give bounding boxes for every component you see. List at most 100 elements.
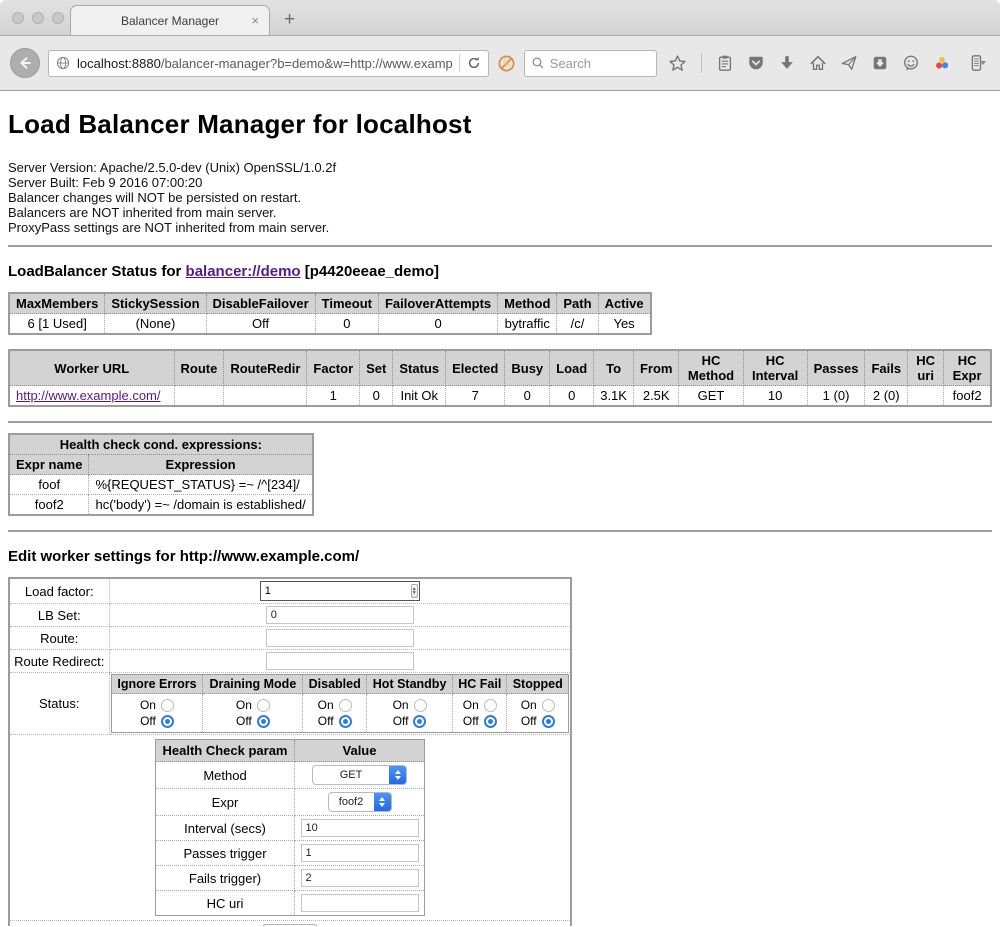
url-bar[interactable]: localhost:8880/balancer-manager?b=demo&w… [48, 50, 489, 77]
fails-input[interactable] [301, 869, 419, 887]
passes-input[interactable] [301, 844, 419, 862]
device-dropdown-caret[interactable] [980, 61, 986, 65]
bookmark-star-icon [668, 54, 687, 73]
col-failoverattempts: FailoverAttempts [378, 293, 497, 314]
expr-row: foof2 hc('body') =~ /domain is establish… [9, 495, 313, 516]
window-controls[interactable] [12, 12, 64, 24]
load-factor-input[interactable] [261, 584, 411, 598]
downloads-button[interactable] [776, 52, 798, 74]
blocked-content-button[interactable] [497, 52, 516, 74]
stopped-radios: On Off [507, 694, 569, 733]
draining-mode-radios: On Off [203, 694, 303, 733]
worker-status-table: Worker URL Route RouteRedir Factor Set S… [8, 349, 992, 407]
status-options-table: Ignore Errors Draining Mode Disabled Hot… [111, 674, 570, 733]
cell-hc-uri [908, 386, 944, 407]
submit-row: Submit [9, 921, 571, 927]
col-expr-name: Expr name [9, 455, 89, 475]
color-addon-button[interactable] [931, 52, 953, 74]
cell-hc-method: GET [679, 386, 743, 407]
hot-standby-on-radio[interactable] [414, 699, 427, 712]
expr-select-value: foof2 [329, 796, 374, 808]
minimize-window-icon[interactable] [32, 12, 44, 24]
stopped-on-radio[interactable] [542, 699, 555, 712]
col-ignore-errors: Ignore Errors [111, 675, 203, 694]
search-input[interactable] [550, 56, 650, 71]
radio-off-label: Off [393, 714, 409, 728]
method-select-value: GET [313, 769, 389, 781]
device-button[interactable] [962, 52, 992, 74]
method-select[interactable]: GET [312, 765, 407, 785]
col-hc-param: Health Check param [156, 740, 295, 762]
load-factor-field: ▲▼ [260, 581, 420, 601]
select-chevrons-icon [389, 765, 406, 785]
bookmark-star-button[interactable] [667, 52, 689, 74]
reload-icon[interactable] [466, 55, 482, 71]
home-icon [809, 54, 827, 72]
url-text[interactable]: localhost:8880/balancer-manager?b=demo&w… [77, 56, 453, 71]
cell-stickysession: (None) [105, 314, 206, 335]
radio-off-label: Off [140, 714, 156, 728]
worker-row: http://www.example.com/ 1 0 Init Ok 7 0 … [9, 386, 991, 407]
col-passes: Passes [807, 350, 865, 386]
disabled-on-radio[interactable] [339, 699, 352, 712]
new-tab-button[interactable]: + [284, 9, 295, 31]
url-domain: localhost:8880 [77, 56, 161, 71]
expr-label: Expr [156, 789, 295, 816]
close-window-icon[interactable] [12, 12, 24, 24]
cell-path: /c/ [557, 314, 598, 335]
expr-table-title: Health check cond. expressions: [9, 434, 313, 455]
route-redirect-label: Route Redirect: [9, 650, 109, 673]
cell-to: 3.1K [594, 386, 634, 407]
draining-mode-on-radio[interactable] [257, 699, 270, 712]
clipboard-button[interactable] [714, 52, 736, 74]
cell-disablefailover: Off [206, 314, 315, 335]
worker-url-link[interactable]: http://www.example.com/ [16, 388, 161, 403]
back-button[interactable] [10, 48, 40, 78]
col-hc-uri: HC uri [908, 350, 944, 386]
tab-balancer-manager[interactable]: Balancer Manager × [70, 5, 270, 35]
stopped-off-radio[interactable] [542, 715, 555, 728]
col-hc-fail: HC Fail [453, 675, 507, 694]
hc-uri-input[interactable] [301, 894, 419, 912]
col-disablefailover: DisableFailover [206, 293, 315, 314]
lb-set-input[interactable] [266, 606, 414, 624]
ignore-errors-off-radio[interactable] [161, 715, 174, 728]
route-redirect-input[interactable] [266, 652, 414, 670]
cell-busy: 0 [505, 386, 550, 407]
col-draining-mode: Draining Mode [203, 675, 303, 694]
zoom-window-icon[interactable] [52, 12, 64, 24]
radio-off-label: Off [463, 714, 479, 728]
hot-standby-off-radio[interactable] [413, 715, 426, 728]
radio-on-label: On [463, 698, 479, 712]
route-input[interactable] [266, 629, 414, 647]
send-button[interactable] [838, 52, 860, 74]
interval-input[interactable] [301, 819, 419, 837]
radio-on-label: On [318, 698, 334, 712]
expr-select[interactable]: foof2 [328, 792, 392, 812]
lb-set-row: LB Set: [9, 604, 571, 627]
hc-fail-on-radio[interactable] [484, 699, 497, 712]
passes-label: Passes trigger [156, 841, 295, 866]
divider [8, 245, 992, 247]
balancer-status-table: MaxMembers StickySession DisableFailover… [8, 292, 652, 335]
divider [8, 421, 992, 423]
submit-button[interactable]: Submit [262, 924, 318, 926]
home-button[interactable] [807, 52, 829, 74]
feedback-button[interactable] [900, 52, 922, 74]
radio-off-label: Off [521, 714, 537, 728]
download-icon [778, 54, 796, 72]
hot-standby-radios: On Off [367, 694, 453, 733]
balancer-demo-link[interactable]: balancer://demo [186, 263, 301, 280]
ignore-errors-on-radio[interactable] [161, 699, 174, 712]
hc-fail-off-radio[interactable] [484, 715, 497, 728]
col-stickysession: StickySession [105, 293, 206, 314]
table-header-row: Expr name Expression [9, 455, 313, 475]
tab-close-icon[interactable]: × [251, 13, 259, 28]
pocket-button[interactable] [745, 52, 767, 74]
inherit-note-line: Balancers are NOT inherited from main se… [8, 205, 992, 220]
draining-mode-off-radio[interactable] [257, 715, 270, 728]
search-bar[interactable] [524, 50, 657, 77]
disabled-off-radio[interactable] [339, 715, 352, 728]
save-panel-button[interactable] [869, 52, 891, 74]
number-spinner-icon[interactable]: ▲▼ [411, 584, 418, 598]
